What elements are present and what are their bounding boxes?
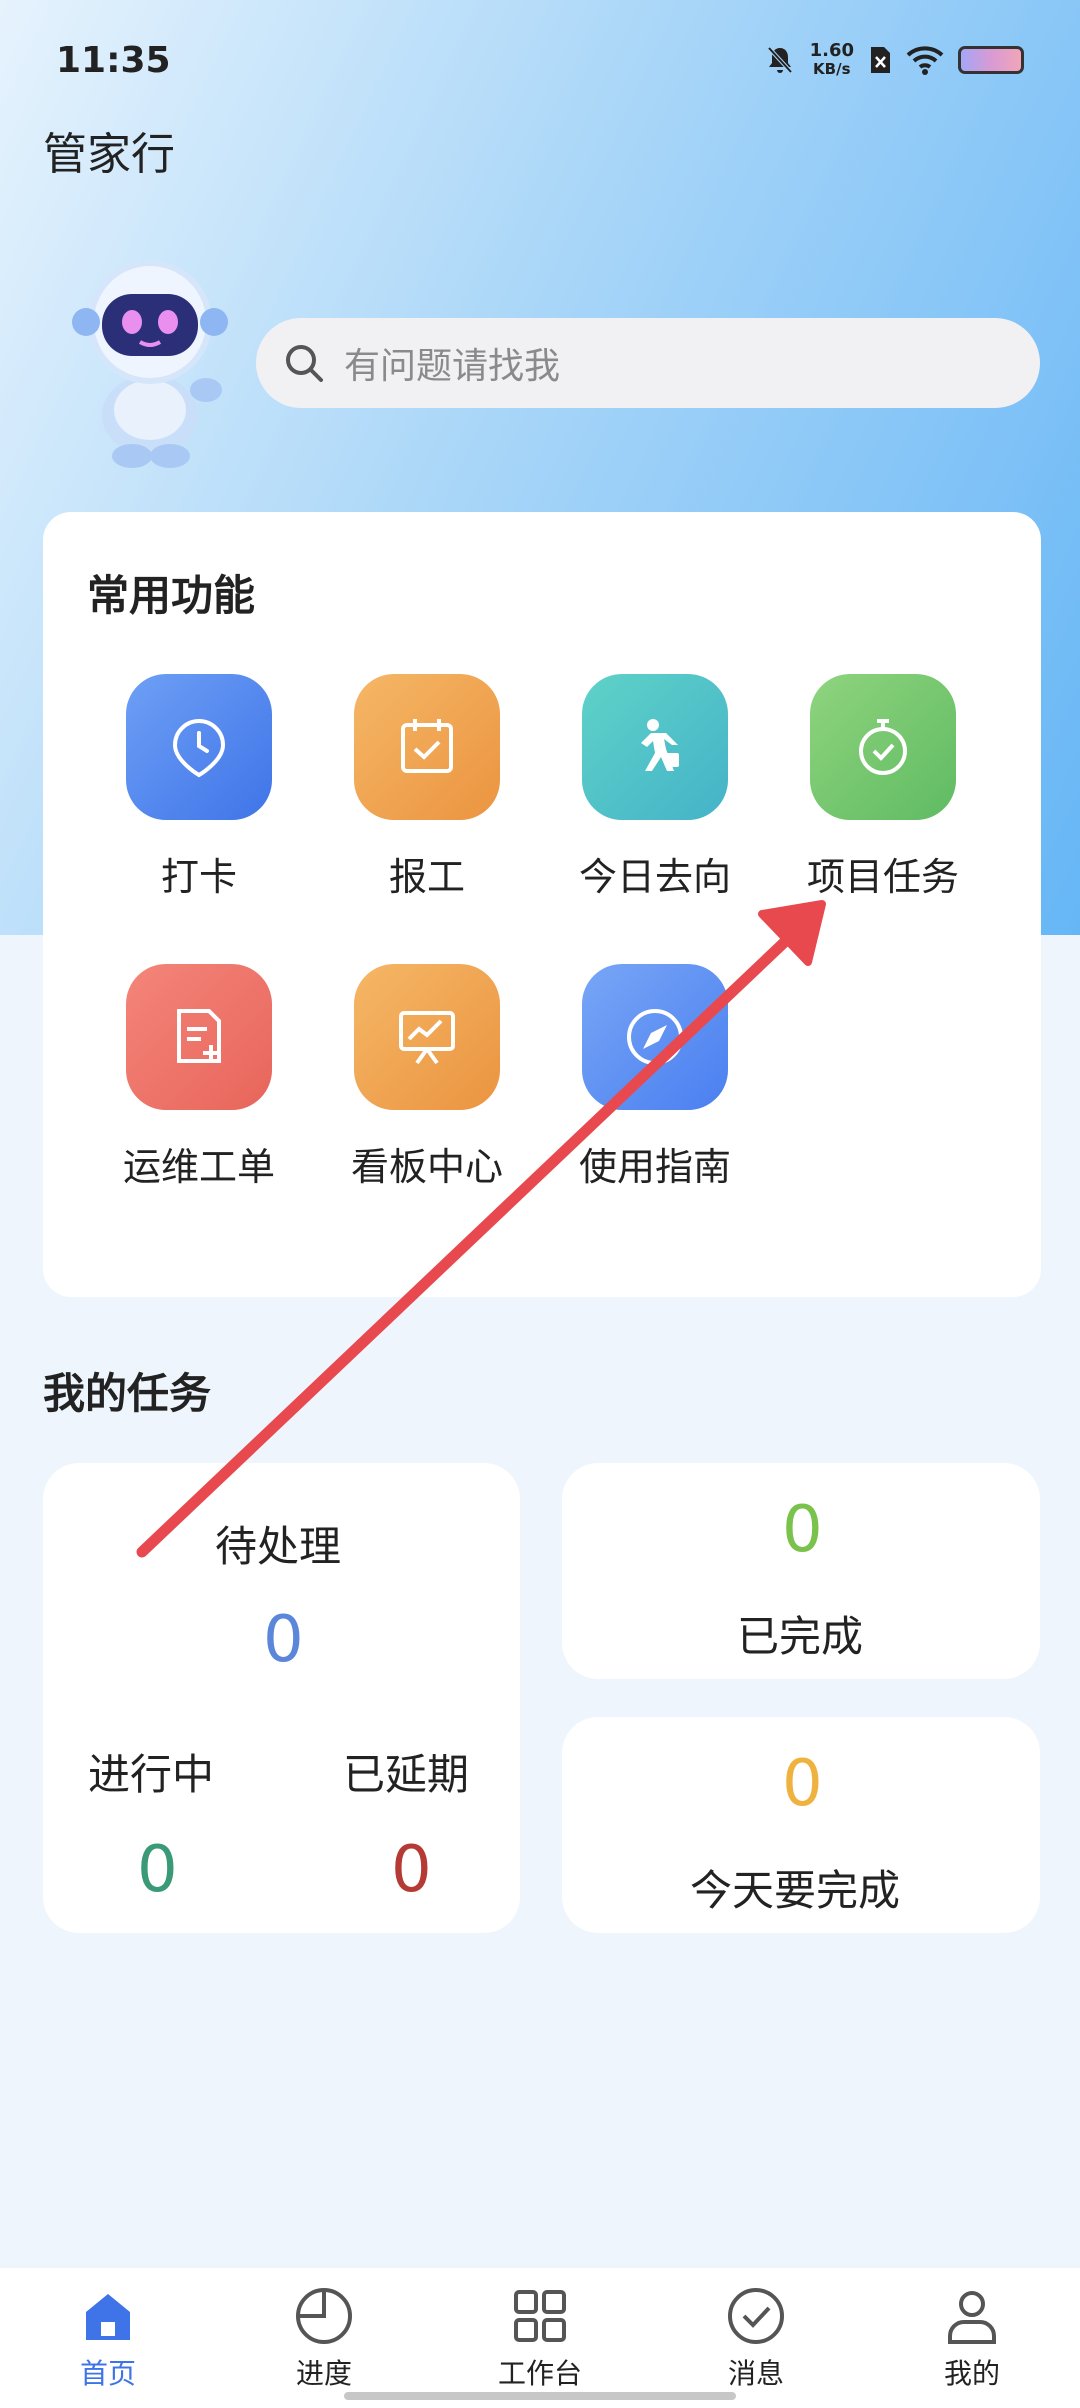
function-label: 报工 (388, 855, 465, 899)
person-icon (948, 2291, 996, 2344)
net-speed-value: 1.60 (809, 40, 854, 61)
common-functions-title: 常用功能 (87, 571, 256, 620)
battery-icon (958, 46, 1024, 74)
today-label: 今天要完成 (690, 1866, 901, 1915)
completed-tasks-card[interactable]: 0 已完成 (562, 1463, 1040, 1679)
compass-icon (582, 964, 728, 1110)
pending-label: 待处理 (215, 1522, 342, 1571)
nav-workbench[interactable]: 工作台 (470, 2286, 610, 2392)
nav-progress[interactable]: 进度 (254, 2286, 394, 2392)
calendar-check-icon (354, 674, 500, 820)
pending-count: 0 (263, 1603, 304, 1677)
nav-label: 我的 (943, 2357, 1000, 2390)
nav-label: 首页 (79, 2357, 136, 2390)
grid-icon (514, 2290, 566, 2342)
stopwatch-check-icon (810, 674, 956, 820)
bottom-nav: 首页 进度 工作台 消息 我的 (0, 2268, 1080, 2408)
pending-tasks-card[interactable]: 待处理 0 进行中 0 已延期 0 (43, 1463, 520, 1933)
function-report-work[interactable]: 报工 (327, 674, 527, 901)
walking-person-icon (582, 674, 728, 820)
net-speed-unit: KB/s (813, 60, 851, 78)
completed-count: 0 (782, 1493, 823, 1567)
in-progress-label: 进行中 (88, 1750, 215, 1799)
today-count: 0 (782, 1747, 823, 1821)
pie-chart-icon (296, 2288, 352, 2344)
my-tasks-title: 我的任务 (43, 1369, 212, 1418)
home-indicator[interactable] (344, 2392, 736, 2400)
function-project-tasks[interactable]: 项目任务 (783, 674, 983, 901)
function-label: 使用指南 (578, 1145, 731, 1189)
function-label: 今日去向 (578, 855, 731, 899)
nav-messages[interactable]: 消息 (686, 2286, 826, 2392)
function-label: 打卡 (160, 855, 237, 899)
function-today-whereabouts[interactable]: 今日去向 (555, 674, 755, 901)
presentation-chart-icon (354, 964, 500, 1110)
home-icon (86, 2294, 130, 2340)
status-bar: 11:35 1.60 KB/s (0, 0, 1080, 120)
in-progress-count: 0 (137, 1833, 178, 1907)
nav-label: 消息 (727, 2357, 784, 2390)
delayed-count: 0 (391, 1833, 432, 1907)
search-input[interactable]: 有问题请找我 (256, 318, 1040, 408)
status-icons: 1.60 KB/s (764, 42, 1024, 78)
search-placeholder: 有问题请找我 (344, 346, 561, 387)
function-dashboard-center[interactable]: 看板中心 (327, 964, 527, 1191)
nav-profile[interactable]: 我的 (902, 2286, 1042, 2392)
nav-label: 工作台 (497, 2357, 582, 2390)
wifi-icon (906, 46, 944, 75)
clock-pin-icon (126, 674, 272, 820)
robot-mascot-icon (72, 260, 228, 468)
app-title: 管家行 (43, 129, 175, 180)
completed-label: 已完成 (737, 1612, 864, 1661)
today-tasks-card[interactable]: 0 今天要完成 (562, 1717, 1040, 1933)
function-user-guide[interactable]: 使用指南 (555, 964, 755, 1191)
delayed-label: 已延期 (343, 1750, 470, 1799)
function-clock-in[interactable]: 打卡 (99, 674, 299, 901)
document-add-icon (126, 964, 272, 1110)
function-maintenance-order[interactable]: 运维工单 (99, 964, 299, 1191)
bell-off-icon (767, 46, 793, 74)
function-label: 运维工单 (122, 1145, 275, 1189)
sim-off-icon (871, 47, 890, 73)
common-functions-card: 常用功能 打卡 报工 今日去向 项目任务 运维工单 看板中心 使用指南 (43, 512, 1041, 1297)
nav-label: 进度 (295, 2357, 352, 2390)
net-speed: 1.60 KB/s (809, 40, 854, 79)
function-label: 看板中心 (350, 1145, 503, 1189)
function-label: 项目任务 (806, 855, 959, 899)
search-icon (286, 345, 323, 382)
check-circle-icon (728, 2288, 784, 2344)
nav-home[interactable]: 首页 (38, 2286, 178, 2392)
status-time: 11:35 (56, 40, 171, 81)
